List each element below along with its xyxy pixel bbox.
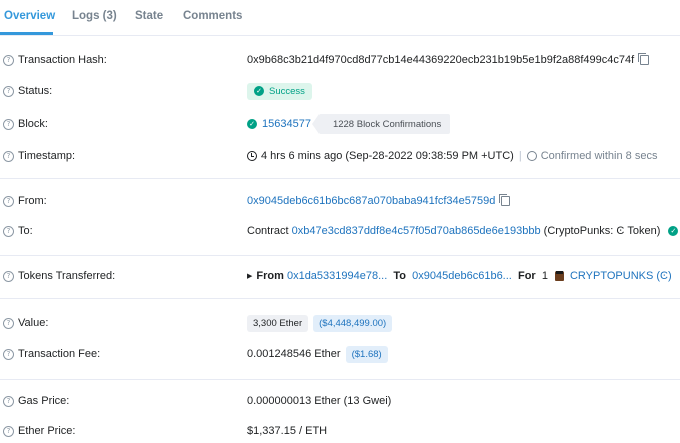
question-icon[interactable]: ?: [3, 195, 14, 207]
row-status: ? Status: ✓ Success: [0, 81, 680, 101]
question-icon[interactable]: ?: [3, 317, 14, 329]
gas-price-value: 0.000000013 Ether (13 Gwei): [247, 395, 392, 407]
separator: |: [518, 150, 522, 162]
tokens-from-label: From: [256, 270, 284, 282]
question-icon[interactable]: ?: [3, 425, 14, 437]
to-address-link[interactable]: 0xb47e3cd837ddf8e4c57f05d70ab865de6e193b…: [292, 225, 541, 237]
check-circle-icon: ✓: [247, 119, 257, 129]
row-timestamp: ? Timestamp: 4 hrs 6 mins ago (Sep-28-202…: [0, 146, 680, 166]
label-tx-hash: Transaction Hash:: [18, 54, 107, 66]
row-to: ? To: Contract 0xb47e3cd837ddf8e4c57f05d7…: [0, 221, 680, 241]
row-value: ? Value: 3,300 Ether ($4,448,499.00): [0, 313, 680, 333]
row-transaction-fee: ? Transaction Fee: 0.001248546 Ether ($1.…: [0, 344, 680, 364]
label-ether-price: Ether Price:: [18, 425, 76, 437]
from-address-link[interactable]: 0x9045deb6c61b6bc687a070baba941fcf34e575…: [247, 195, 495, 207]
copy-icon[interactable]: [638, 53, 650, 65]
row-ether-price: ? Ether Price: $1,337.15 / ETH: [0, 421, 680, 441]
tab-state[interactable]: State: [135, 10, 163, 22]
label-value: Value:: [18, 317, 49, 329]
question-icon[interactable]: ?: [3, 118, 14, 130]
status-badge: ✓ Success: [247, 82, 312, 100]
fee-usd: ($1.68): [345, 345, 388, 363]
tab-bar: Overview Logs (3) State Comments: [0, 0, 680, 36]
row-block: ? Block: ✓ 15634577 1228 Block Confirmati…: [0, 114, 680, 134]
question-icon[interactable]: ?: [3, 54, 14, 66]
question-icon[interactable]: ?: [3, 85, 14, 97]
row-tokens-transferred: ? Tokens Transferred: ▶ From 0x1da5331994…: [0, 266, 680, 286]
row-from: ? From: 0x9045deb6c61b6bc687a070baba941fc…: [0, 191, 680, 211]
block-confirmations: 1228 Block Confirmations: [311, 114, 451, 134]
label-from: From:: [18, 195, 47, 207]
tab-comments[interactable]: Comments: [183, 10, 242, 22]
copy-icon[interactable]: [499, 194, 511, 206]
tokens-from-link[interactable]: 0x1da5331994e78...: [287, 270, 387, 282]
caret-right-icon: ▶: [247, 273, 253, 280]
divider: [0, 178, 680, 179]
divider: [0, 379, 680, 380]
verified-check-icon: ✓: [668, 226, 679, 236]
cryptopunk-icon: [554, 271, 564, 281]
question-icon[interactable]: ?: [3, 348, 14, 360]
contract-name: (CryptoPunks: Ͼ Token): [543, 225, 661, 237]
tx-hash-value: 0x9b68c3b21d4f970cd8d77cb14e44369220ecb2…: [247, 54, 635, 66]
value-usd: ($4,448,499.00): [313, 314, 393, 332]
tab-logs[interactable]: Logs (3): [72, 10, 117, 22]
fee-ether: 0.001248546 Ether: [247, 348, 341, 360]
label-status: Status:: [18, 85, 53, 97]
label-gas-price: Gas Price:: [18, 395, 70, 407]
question-icon[interactable]: ?: [3, 225, 14, 237]
value-ether: 3,300 Ether: [247, 314, 309, 332]
ether-price-value: $1,337.15 / ETH: [247, 425, 328, 437]
block-number-link[interactable]: 15634577: [262, 118, 311, 130]
row-tx-hash: ? Transaction Hash: 0x9b68c3b21d4f970cd8d…: [0, 50, 680, 70]
confirmed-within: Confirmed within 8 secs: [540, 150, 658, 162]
tokens-amount: 1: [541, 270, 548, 282]
label-timestamp: Timestamp:: [18, 150, 76, 162]
tokens-to-label: To: [393, 270, 407, 282]
contract-prefix: Contract: [247, 225, 289, 237]
tab-overview[interactable]: Overview: [4, 10, 55, 22]
question-icon[interactable]: ?: [3, 150, 14, 162]
tokens-to-link[interactable]: 0x9045deb6c61b6...: [412, 270, 512, 282]
question-icon[interactable]: ?: [3, 270, 14, 282]
label-tokens: Tokens Transferred:: [18, 270, 116, 282]
timer-icon: [526, 151, 537, 161]
active-tab-indicator: [0, 32, 53, 35]
clock-icon: [247, 151, 257, 161]
label-fee: Transaction Fee:: [18, 348, 101, 360]
tokens-for-label: For: [517, 270, 536, 282]
label-to: To:: [18, 225, 33, 237]
question-icon[interactable]: ?: [3, 395, 14, 407]
check-circle-icon: ✓: [254, 86, 264, 96]
divider: [0, 255, 680, 256]
token-name-link[interactable]: CRYPTOPUNKS (Ͼ): [570, 270, 672, 282]
divider: [0, 298, 680, 299]
row-gas-price: ? Gas Price: 0.000000013 Ether (13 Gwei): [0, 391, 680, 411]
timestamp-value: 4 hrs 6 mins ago (Sep-28-2022 09:38:59 P…: [261, 150, 514, 162]
label-block: Block:: [18, 118, 48, 130]
status-text: Success: [269, 85, 305, 97]
